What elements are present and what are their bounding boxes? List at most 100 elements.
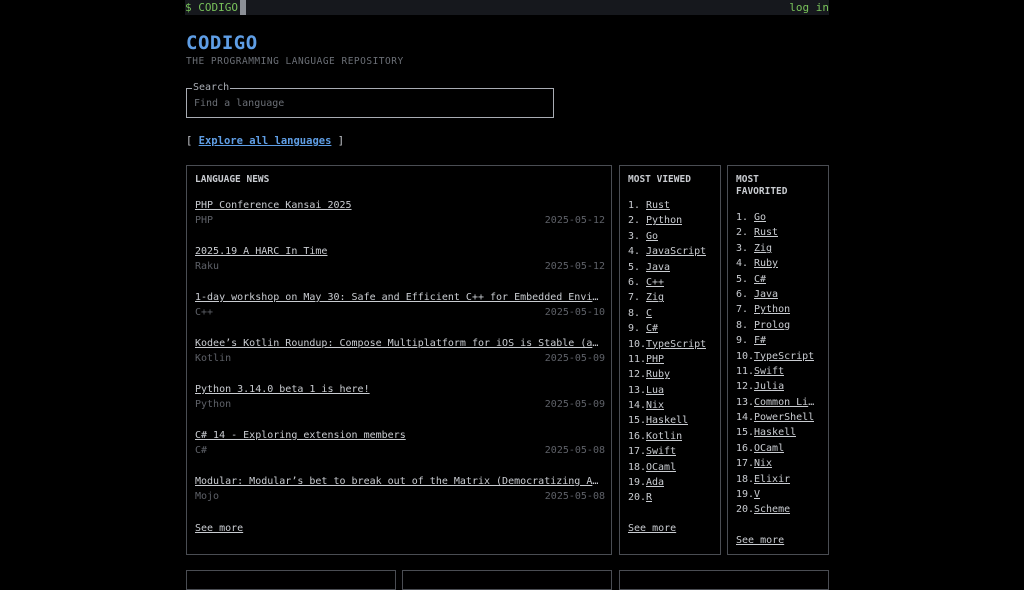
language-link[interactable]: Ruby — [754, 256, 778, 271]
list-item: 13.Lua — [628, 383, 716, 398]
language-link[interactable]: Julia — [754, 379, 784, 394]
site-tagline: THE PROGRAMMING LANGUAGE REPOSITORY — [186, 56, 404, 67]
language-link[interactable]: Rust — [754, 225, 778, 240]
news-item: 2025.19 A HARC In Time Raku 2025-05-12 — [195, 245, 605, 277]
rank-number: 2. — [628, 215, 641, 227]
list-item: 8. C — [628, 306, 716, 321]
news-item-title[interactable]: 2025.19 A HARC In Time — [195, 245, 603, 258]
language-link[interactable]: Go — [646, 229, 658, 244]
language-link[interactable]: Prolog — [754, 318, 790, 333]
news-item-date: 2025-05-08 — [544, 445, 605, 456]
rank-number: 3. — [628, 230, 641, 242]
rank-number: 10. — [736, 350, 755, 362]
news-item-date: 2025-05-12 — [544, 215, 605, 226]
language-link[interactable]: TypeScript — [754, 349, 814, 364]
language-link[interactable]: C# — [646, 321, 658, 336]
language-link[interactable]: TypeScript — [646, 337, 706, 352]
rank-number: 10. — [628, 338, 647, 350]
language-link[interactable]: Python — [646, 213, 682, 228]
language-link[interactable]: OCaml — [754, 441, 784, 456]
language-link[interactable]: Java — [646, 260, 670, 275]
search-input[interactable] — [192, 95, 542, 111]
news-item-date: 2025-05-08 — [544, 491, 605, 502]
language-link[interactable]: PHP — [646, 352, 664, 367]
language-link[interactable]: Ada — [646, 475, 664, 490]
language-link[interactable]: C — [646, 306, 652, 321]
search-legend: Search — [192, 82, 231, 94]
language-link[interactable]: Zig — [646, 290, 664, 305]
list-item: 9. F# — [736, 333, 824, 348]
rank-number: 9. — [736, 335, 749, 347]
most-viewed-see-more-link[interactable]: See more — [628, 522, 676, 535]
language-link[interactable]: Kotlin — [646, 429, 682, 444]
list-item: 2. Rust — [736, 225, 824, 240]
language-link[interactable]: Scheme — [754, 502, 790, 517]
language-link[interactable]: Lua — [646, 383, 664, 398]
language-link[interactable]: C# — [754, 272, 766, 287]
language-link[interactable]: PowerShell — [754, 410, 814, 425]
site-logo-title[interactable]: CODIGO — [186, 32, 258, 54]
most-viewed-title: MOST VIEWED — [628, 174, 691, 185]
rank-number: 13. — [736, 396, 755, 408]
news-item-title[interactable]: Modular: Modular’s bet to break out of t… — [195, 475, 603, 488]
rank-number: 15. — [736, 427, 755, 439]
explore-row: [ Explore all languages ] — [186, 135, 344, 147]
explore-all-languages-link[interactable]: Explore all languages — [199, 135, 332, 147]
most-favorited-panel: MOST FAVORITED 1. Go 2. Rust 3. Zig 4. Ruby … — [727, 165, 829, 555]
news-item-language: Python — [195, 399, 232, 410]
news-item-title[interactable]: Python 3.14.0 beta 1 is here! — [195, 383, 603, 396]
news-item-language: Kotlin — [195, 353, 232, 364]
language-link[interactable]: Go — [754, 210, 766, 225]
news-item-title[interactable]: Kodee’s Kotlin Roundup: Compose Multipla… — [195, 337, 603, 350]
news-item-title[interactable]: 1-day workshop on May 30: Safe and Effic… — [195, 291, 603, 304]
language-link[interactable]: Elixir — [754, 472, 790, 487]
language-link[interactable]: OCaml — [646, 460, 676, 475]
list-item: 17.Swift — [628, 444, 716, 459]
list-item: 13.Common Lisp — [736, 395, 824, 410]
rank-number: 8. — [736, 319, 749, 331]
news-item-language: C++ — [195, 307, 214, 318]
rank-number: 7. — [628, 292, 641, 304]
rank-number: 17. — [628, 446, 647, 458]
rank-number: 1. — [736, 212, 749, 223]
language-link[interactable]: Nix — [646, 398, 664, 413]
rank-number: 15. — [628, 415, 647, 427]
language-link[interactable]: Zig — [754, 241, 772, 256]
news-item-language: Mojo — [195, 491, 220, 502]
language-link[interactable]: Python — [754, 302, 790, 317]
language-link[interactable]: Rust — [646, 198, 670, 213]
language-link[interactable]: Swift — [754, 364, 784, 379]
most-favorited-see-more-link[interactable]: See more — [736, 534, 784, 547]
language-link[interactable]: Swift — [646, 444, 676, 459]
language-link[interactable]: Haskell — [754, 425, 796, 440]
bracket-close: ] — [337, 135, 345, 147]
list-item: 8. Prolog — [736, 318, 824, 333]
language-link[interactable]: JavaScript — [646, 244, 706, 259]
rank-number: 7. — [736, 304, 749, 316]
list-item: 16.OCaml — [736, 441, 824, 456]
list-item: 20.R — [628, 490, 716, 505]
language-link[interactable]: F# — [754, 333, 766, 348]
language-link[interactable]: Haskell — [646, 413, 688, 428]
language-link[interactable]: Common Lisp — [754, 395, 820, 410]
rank-number: 8. — [628, 307, 641, 319]
news-item-title[interactable]: C# 14 - Exploring extension members — [195, 429, 603, 442]
language-link[interactable]: V — [754, 487, 760, 502]
top-bar: $ CODIGO log in — [0, 0, 1024, 15]
list-item: 6. C++ — [628, 275, 716, 290]
rank-number: 19. — [628, 477, 647, 489]
language-link[interactable]: Nix — [754, 456, 772, 471]
news-item: Python 3.14.0 beta 1 is here! Python 202… — [195, 383, 605, 415]
language-link[interactable]: Java — [754, 287, 778, 302]
news-see-more-link[interactable]: See more — [195, 522, 243, 535]
language-link[interactable]: R — [646, 490, 652, 505]
language-link[interactable]: Ruby — [646, 367, 670, 382]
login-link[interactable]: log in — [789, 1, 829, 14]
news-item-title[interactable]: PHP Conference Kansai 2025 — [195, 199, 603, 212]
list-item: 9. C# — [628, 321, 716, 336]
list-item: 1. Go — [736, 210, 824, 225]
news-item-date: 2025-05-09 — [544, 399, 605, 410]
shell-prompt: $ CODIGO — [185, 1, 238, 14]
language-link[interactable]: C++ — [646, 275, 664, 290]
rank-number: 20. — [628, 492, 647, 504]
